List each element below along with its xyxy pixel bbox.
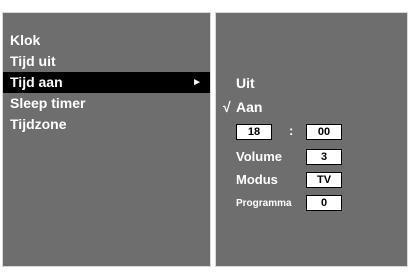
programma-label: Programma [236,198,292,209]
modus-label: Modus [236,172,278,187]
menu-item-sleep-timer[interactable]: Sleep timer [3,93,210,114]
menu-item-label: Tijd uit [10,53,56,69]
menu-item-klok[interactable]: Klok [3,30,210,51]
option-uit[interactable]: Uit [236,75,255,91]
volume-field[interactable]: 3 [306,149,342,165]
checkmark-icon: √ [223,99,231,115]
menu-item-tijd-aan[interactable]: Tijd aan ► [3,72,210,93]
submenu-panel: Uit √ Aan 18 : 00 Volume 3 Modus TV Prog… [215,12,408,267]
menu-item-label: Tijd aan [10,74,63,90]
volume-label: Volume [236,149,282,164]
main-menu-list: Klok Tijd uit Tijd aan ► Sleep timer Tij… [3,30,210,135]
main-menu-panel: Klok Tijd uit Tijd aan ► Sleep timer Tij… [2,12,211,267]
option-aan[interactable]: Aan [236,99,262,115]
hour-field[interactable]: 18 [236,124,272,140]
menu-item-tijdzone[interactable]: Tijdzone [3,114,210,135]
submenu-arrow-icon: ► [192,77,202,88]
modus-field[interactable]: TV [306,172,342,188]
minute-field[interactable]: 00 [306,124,342,140]
menu-item-label: Tijdzone [10,116,67,132]
menu-item-tijd-uit[interactable]: Tijd uit [3,51,210,72]
programma-field[interactable]: 0 [306,195,342,211]
time-separator: : [289,123,294,138]
menu-item-label: Sleep timer [10,95,86,111]
menu-item-label: Klok [10,32,41,48]
